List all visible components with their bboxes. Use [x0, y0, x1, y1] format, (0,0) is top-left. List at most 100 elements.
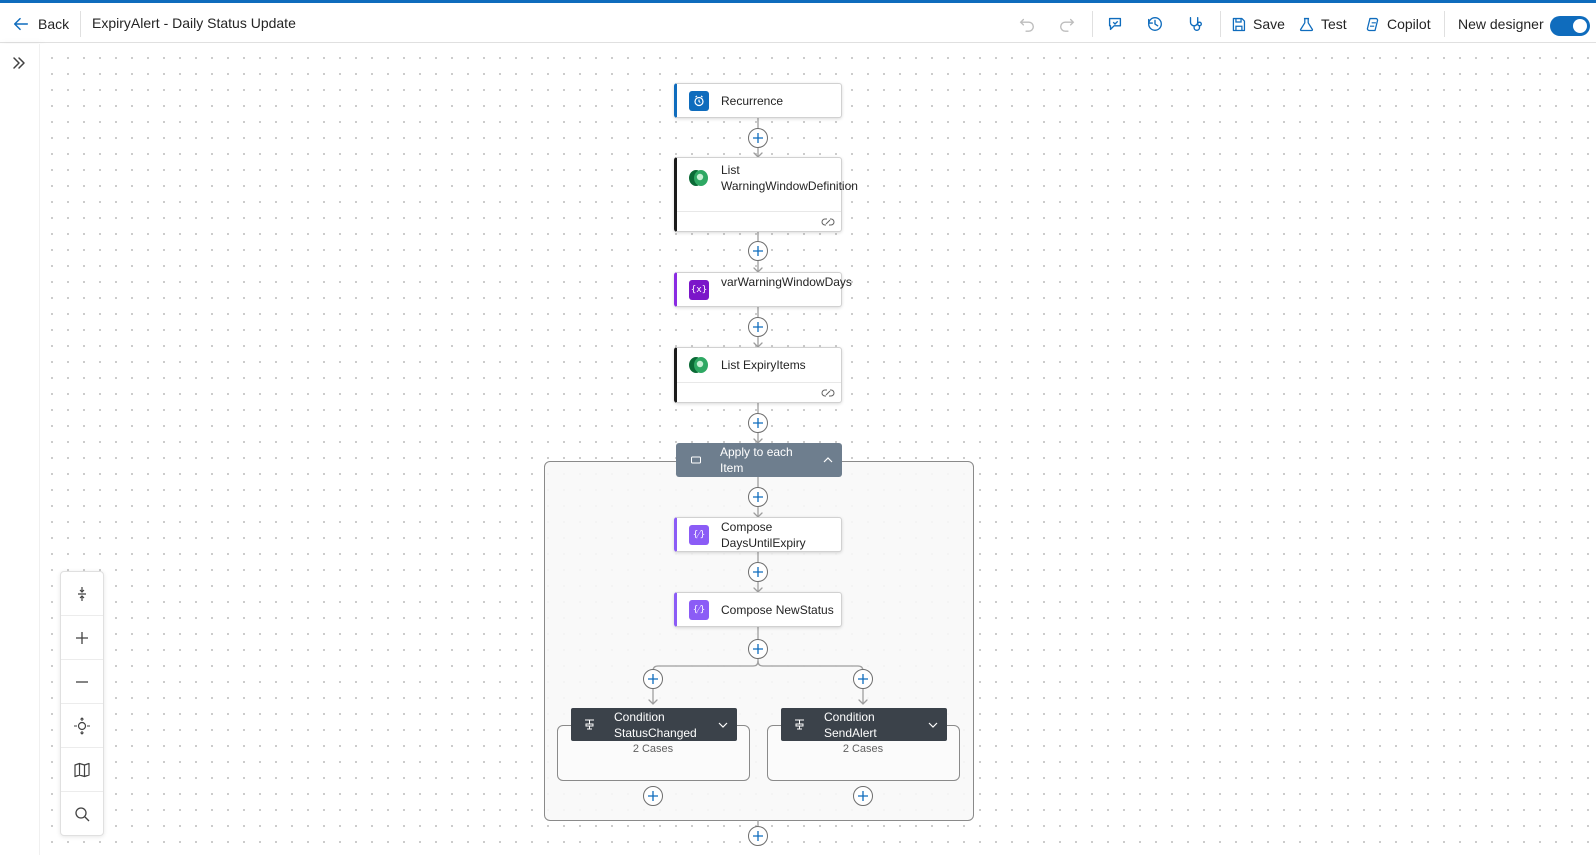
chevron-up-icon[interactable]	[822, 454, 834, 466]
header-divider	[1092, 11, 1093, 37]
compose-icon: {⁄}	[689, 600, 709, 620]
card-label-text: Compose NewStatus	[721, 603, 834, 617]
search-icon	[75, 807, 90, 822]
add-action-button[interactable]	[748, 826, 768, 846]
chevron-down-icon[interactable]	[717, 719, 729, 731]
copilot-label: Copilot	[1387, 16, 1431, 32]
chevron-down-icon[interactable]	[927, 719, 939, 731]
dataverse-icon	[689, 168, 709, 188]
compose-icon: {⁄}	[689, 525, 709, 545]
add-action-button[interactable]	[748, 241, 768, 261]
condition-icon	[585, 719, 594, 730]
loop-icon	[691, 456, 701, 464]
stethoscope-icon	[1189, 17, 1202, 31]
card-label: Compose DaysUntilExpiry	[721, 520, 806, 550]
apply-to-each-header[interactable]: Apply to each Item	[676, 443, 842, 477]
link-icon[interactable]	[821, 215, 835, 229]
add-action-button[interactable]	[853, 669, 873, 689]
variable-icon: {x}	[689, 280, 709, 300]
zoom-in-button[interactable]	[61, 616, 103, 660]
list-expiry-items-card[interactable]: List ExpiryItems	[674, 347, 842, 403]
fit-view-icon	[74, 716, 90, 735]
condition-icon	[795, 719, 804, 730]
add-action-button[interactable]	[853, 786, 873, 806]
dataverse-icon	[689, 355, 709, 375]
plus-icon	[753, 492, 763, 502]
condition-send-alert-header[interactable]: Condition SendAlert	[781, 708, 947, 741]
add-action-button[interactable]	[748, 317, 768, 337]
new-designer-label: New designer	[1458, 16, 1544, 32]
minimap-button[interactable]	[61, 748, 103, 792]
save-button[interactable]: Save	[1230, 13, 1285, 35]
card-label: List WarningWindowDefinition	[721, 163, 858, 193]
plus-icon	[753, 644, 763, 654]
flask-icon	[1299, 17, 1314, 31]
plus-icon	[753, 831, 763, 841]
card-label: Compose NewStatus	[721, 602, 835, 618]
zoom-out-button[interactable]	[61, 660, 103, 704]
plus-icon	[753, 246, 763, 256]
flow-checker-button[interactable]	[1104, 13, 1126, 35]
add-action-button[interactable]	[643, 786, 663, 806]
add-action-button[interactable]	[748, 128, 768, 148]
undo-icon	[1019, 18, 1034, 32]
compose-new-status-card[interactable]: {⁄} Compose NewStatus	[674, 592, 842, 627]
test-button[interactable]: Test	[1298, 13, 1347, 35]
add-action-button[interactable]	[643, 669, 663, 689]
condition-status-changed-header[interactable]: Condition StatusChanged	[571, 708, 737, 741]
arrow-left-icon	[13, 17, 29, 31]
header-divider	[1220, 11, 1221, 37]
plus-icon	[648, 674, 658, 684]
save-icon	[1232, 17, 1246, 31]
fit-vertical-icon	[78, 586, 86, 601]
plus-icon	[753, 322, 763, 332]
header-divider	[80, 11, 81, 37]
zoom-in-icon	[76, 631, 88, 644]
plus-icon	[858, 674, 868, 684]
condition-label: Condition StatusChanged	[614, 710, 697, 740]
search-button[interactable]	[61, 792, 103, 836]
condition-cases-count: 2 Cases	[842, 743, 884, 755]
save-label: Save	[1253, 16, 1285, 32]
list-warning-window-card[interactable]: List WarningWindowDefinition	[674, 157, 858, 232]
new-designer-toggle[interactable]	[1550, 16, 1590, 36]
test-label: Test	[1321, 16, 1347, 32]
diagnostics-button[interactable]	[1184, 13, 1206, 35]
condition-label: Condition SendAlert	[824, 710, 877, 740]
plus-icon	[858, 791, 868, 801]
undo-button[interactable]	[1016, 13, 1038, 35]
add-action-button[interactable]	[748, 562, 768, 582]
back-button[interactable]: Back	[12, 12, 69, 36]
redo-button[interactable]	[1056, 13, 1078, 35]
add-action-button[interactable]	[748, 413, 768, 433]
history-icon	[1148, 17, 1162, 31]
copilot-button[interactable]: Copilot	[1364, 13, 1431, 35]
plus-icon	[753, 418, 763, 428]
compose-days-until-expiry-card[interactable]: {⁄} Compose DaysUntilExpiry	[674, 517, 842, 552]
flow-checker-icon	[1108, 17, 1122, 31]
zoom-out-icon	[76, 680, 88, 683]
redo-icon	[1060, 18, 1075, 32]
recurrence-card[interactable]: Recurrence	[674, 83, 842, 118]
plus-icon	[648, 791, 658, 801]
version-history-button[interactable]	[1144, 13, 1166, 35]
clock-icon	[689, 91, 709, 111]
link-icon[interactable]	[821, 386, 835, 400]
expand-panel-icon[interactable]	[9, 53, 29, 73]
card-footer	[677, 211, 841, 231]
add-action-button[interactable]	[748, 639, 768, 659]
left-rail	[0, 44, 40, 855]
canvas-toolbox	[60, 571, 104, 836]
back-label: Back	[38, 16, 70, 32]
add-action-button[interactable]	[748, 487, 768, 507]
card-footer	[677, 382, 841, 402]
var-warning-window-card[interactable]: {x} varWarningWindowDays	[674, 272, 852, 307]
fit-view-button[interactable]	[61, 704, 103, 748]
card-label: varWarningWindowDays	[721, 275, 852, 289]
card-label: List ExpiryItems	[721, 358, 806, 372]
scope-label: Apply to each Item	[720, 445, 793, 475]
fit-vertical-button[interactable]	[61, 572, 103, 616]
condition-cases-count: 2 Cases	[632, 743, 674, 755]
plus-icon	[753, 133, 763, 143]
designer-header: Back ExpiryAlert - Daily Status Update S…	[0, 3, 1596, 43]
